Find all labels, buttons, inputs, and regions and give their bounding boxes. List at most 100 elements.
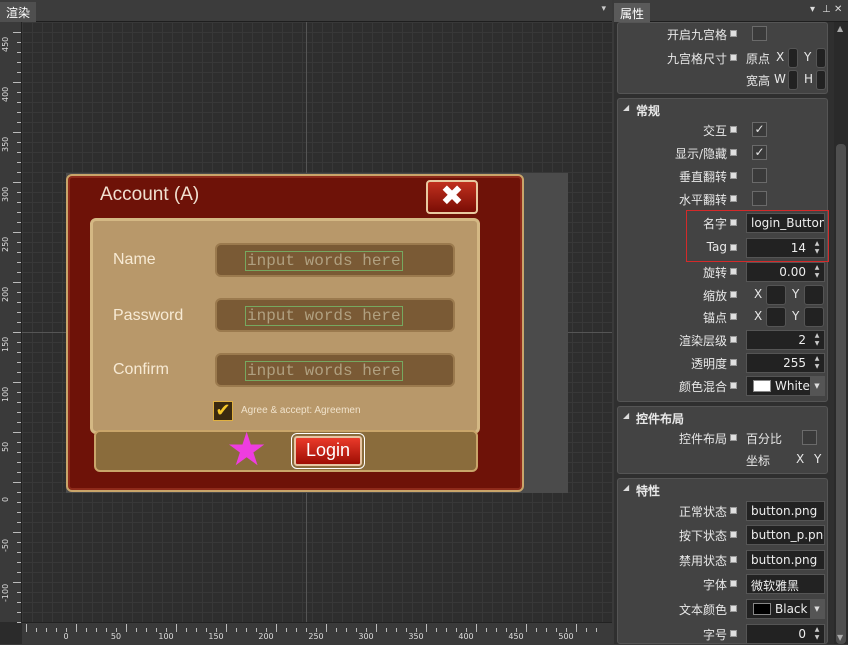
row-flip-h: 水平翻转 — [618, 188, 829, 210]
features-header[interactable]: ◢ 特性 — [618, 479, 827, 499]
text-color-select[interactable]: Black ▼ — [746, 599, 825, 619]
ruler-tick — [17, 562, 21, 563]
general-header[interactable]: ◢ 常规 — [618, 99, 827, 119]
ruler-tick — [13, 82, 21, 83]
ruler-tick — [576, 624, 577, 632]
properties-scrollbar[interactable]: ▲ ▼ — [834, 22, 848, 644]
ruler-tick — [17, 512, 21, 513]
row-size: 宽高 W H — [618, 69, 829, 91]
ruler-tick — [17, 422, 21, 423]
nine-grid-checkbox[interactable] — [752, 26, 767, 41]
ruler-tick — [276, 624, 277, 632]
layout-header[interactable]: ◢ 控件布局 — [618, 407, 827, 427]
panel-menu-icon[interactable]: ▾ — [601, 4, 606, 14]
ruler-tick — [17, 362, 21, 363]
property-marker-icon — [730, 126, 737, 133]
ruler-tick — [17, 392, 21, 393]
size-w-label: W — [774, 72, 786, 86]
row-layout: 控件布局 百分比 — [618, 427, 829, 449]
name-input[interactable]: input words here — [215, 243, 455, 277]
ruler-tick — [386, 628, 387, 632]
ruler-label: -50 — [1, 538, 10, 552]
collapse-icon: ◢ — [623, 483, 630, 492]
chevron-down-icon[interactable]: ▼ — [810, 600, 824, 618]
scale-y-input[interactable] — [804, 285, 824, 305]
font-size-field[interactable]: 0 ▲ ▼ — [746, 624, 825, 644]
vertical-ruler: 450 400 350 300 250 200 150 100 50 0 -50 -100 — [0, 22, 22, 623]
percent-checkbox[interactable] — [802, 430, 817, 445]
ruler-tick — [76, 624, 77, 632]
font-field[interactable]: 微软雅黑 — [746, 574, 825, 594]
star-icon: ★ — [226, 422, 268, 476]
scale-y-label: Y — [792, 287, 800, 301]
ruler-tick — [26, 624, 27, 632]
pressed-image-field[interactable]: button_p.png — [746, 525, 825, 545]
ruler-tick — [476, 624, 477, 632]
login-button[interactable]: Login — [291, 433, 365, 469]
size-label: 宽高 — [746, 74, 771, 88]
ruler-tick — [17, 572, 21, 573]
scrollbar-thumb[interactable] — [836, 144, 846, 644]
render-panel: 渲染 ▾ 450 400 350 300 250 200 150 100 50 0 -50 -100 … — [0, 0, 612, 644]
spinner-icon[interactable]: ▲ ▼ — [811, 355, 823, 371]
ruler-tick — [396, 628, 397, 632]
spinner-icon[interactable]: ▲ ▼ — [811, 332, 823, 348]
render-tab[interactable]: 渲染 — [0, 2, 37, 22]
rotation-value: 0.00 — [779, 265, 806, 279]
ruler-tick — [17, 52, 21, 53]
ruler-tick — [446, 628, 447, 632]
opacity-field[interactable]: 255 ▲ ▼ — [746, 353, 825, 373]
close-icon[interactable]: ✕ — [834, 4, 842, 15]
agree-checkbox[interactable]: ✔ — [213, 401, 233, 421]
ruler-tick — [13, 232, 21, 233]
ruler-tick — [17, 372, 21, 373]
flip-v-checkbox[interactable] — [752, 168, 767, 183]
account-dialog: Account (A) ✖ Name input words here Pass… — [66, 174, 524, 492]
chevron-down-icon[interactable]: ▼ — [810, 377, 824, 395]
row-scale: 缩放 X Y — [618, 284, 829, 306]
ruler-tick — [17, 312, 21, 313]
size-w-input[interactable] — [788, 70, 798, 90]
collapse-icon: ◢ — [623, 411, 630, 420]
coord-y-label: Y — [814, 452, 822, 466]
anchor-y-input[interactable] — [804, 307, 824, 327]
properties-tab[interactable]: 属性 — [614, 3, 651, 22]
size-h-input[interactable] — [816, 70, 826, 90]
ruler-tick — [376, 624, 377, 632]
origin-x-input[interactable] — [788, 48, 798, 68]
visible-checkbox[interactable]: ✓ — [752, 145, 767, 160]
ruler-label: 500 — [558, 632, 574, 641]
zorder-field[interactable]: 2 ▲ ▼ — [746, 330, 825, 350]
normal-image-field[interactable]: button.png — [746, 501, 825, 521]
confirm-label: Confirm — [113, 361, 170, 378]
scale-x-input[interactable] — [766, 285, 786, 305]
property-marker-icon — [730, 605, 737, 612]
property-marker-icon — [730, 54, 737, 61]
blend-select[interactable]: White ▼ — [746, 376, 825, 396]
interact-checkbox[interactable]: ✓ — [752, 122, 767, 137]
ruler-label: 50 — [110, 632, 122, 641]
panel-menu-icon[interactable]: ▾ — [810, 4, 815, 15]
ruler-tick — [17, 402, 21, 403]
close-button[interactable]: ✖ — [426, 180, 478, 214]
ruler-tick — [596, 628, 597, 632]
rotation-field[interactable]: 0.00 ▲ ▼ — [746, 262, 825, 282]
row-opacity: 透明度 255 ▲ ▼ — [618, 352, 829, 374]
origin-y-input[interactable] — [816, 48, 826, 68]
ruler-label: 0 — [63, 632, 69, 641]
ruler-tick — [296, 628, 297, 632]
ruler-tick — [106, 628, 107, 632]
disabled-image-field[interactable]: button.png — [746, 550, 825, 570]
ruler-tick — [17, 272, 21, 273]
password-input[interactable]: input words here — [215, 298, 455, 332]
scroll-up-icon[interactable]: ▲ — [837, 24, 843, 33]
spinner-icon[interactable]: ▲ ▼ — [811, 264, 823, 280]
scroll-down-icon[interactable]: ▼ — [837, 633, 843, 642]
confirm-input[interactable]: input words here — [215, 353, 455, 387]
flip-h-checkbox[interactable] — [752, 191, 767, 206]
anchor-x-input[interactable] — [766, 307, 786, 327]
pin-icon[interactable]: ⊥ — [822, 4, 831, 15]
spinner-icon[interactable]: ▲ ▼ — [811, 626, 823, 642]
zorder-value: 2 — [798, 333, 806, 347]
collapse-icon: ◢ — [623, 103, 630, 112]
